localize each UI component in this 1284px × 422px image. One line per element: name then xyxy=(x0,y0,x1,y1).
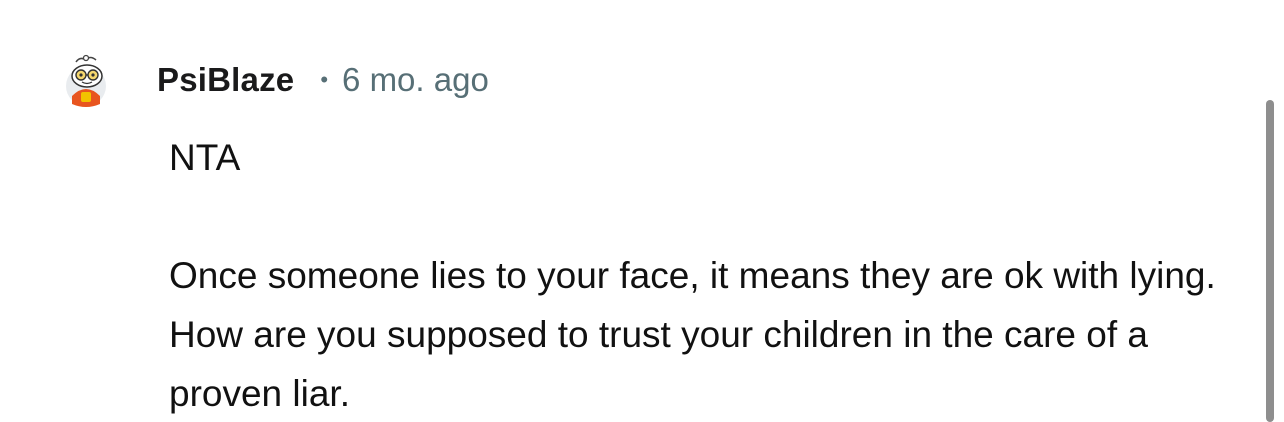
comment-body: NTA Once someone lies to your face, it m… xyxy=(169,128,1229,422)
snoo-avatar-icon xyxy=(66,54,106,107)
scrollbar[interactable] xyxy=(1266,100,1274,422)
meta-separator: • xyxy=(320,67,329,92)
avatar[interactable] xyxy=(62,52,114,108)
author-username[interactable]: PsiBlaze xyxy=(157,61,294,99)
comment-paragraph: NTA xyxy=(169,137,241,178)
comment-view: PsiBlaze • 6 mo. ago NTA Once someone li… xyxy=(0,0,1284,422)
comment-timestamp[interactable]: 6 mo. ago xyxy=(342,61,489,99)
comment-paragraph: Once someone lies to your face, it means… xyxy=(169,255,1216,414)
comment-header: PsiBlaze • 6 mo. ago xyxy=(62,48,489,112)
